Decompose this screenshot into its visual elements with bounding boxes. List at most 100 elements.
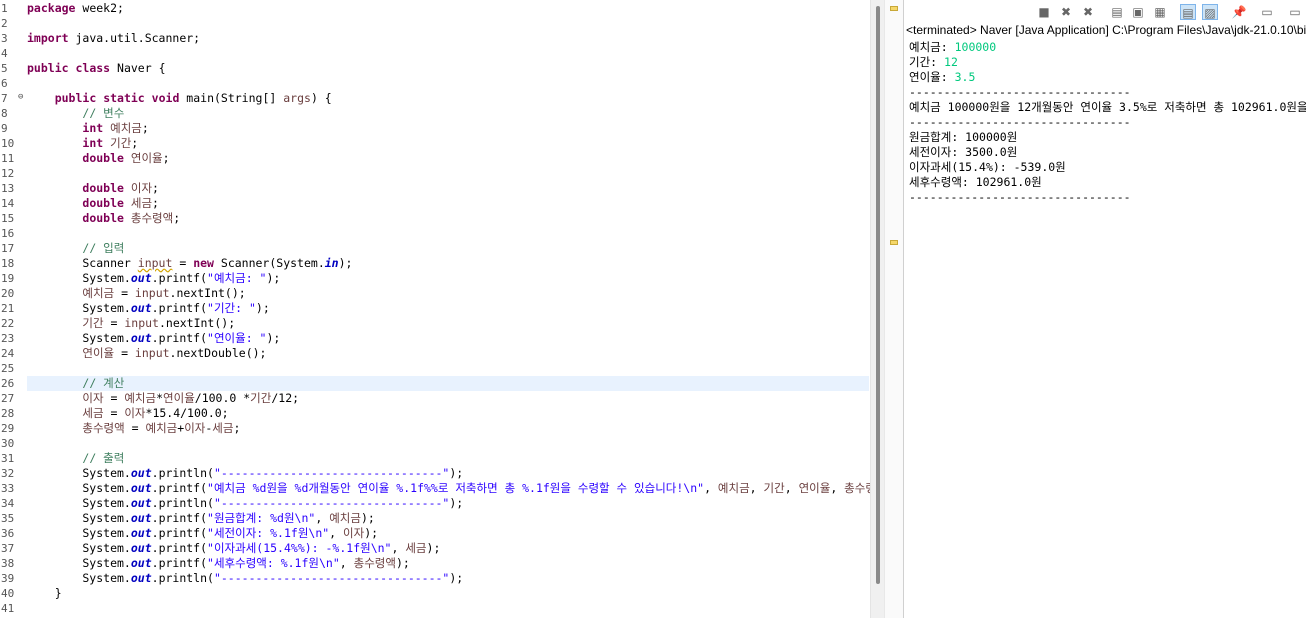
- line-number: 34: [1, 497, 15, 510]
- scroll-lock-icon[interactable]: ▣: [1130, 4, 1146, 20]
- code-token: "--------------------------------": [213, 466, 450, 480]
- line-number: 7: [1, 92, 8, 105]
- code-line[interactable]: public static void main(String[] args) {: [27, 91, 332, 106]
- code-token: in: [324, 256, 339, 270]
- code-token: 예치금: [110, 121, 142, 135]
- terminate-icon[interactable]: ■: [1036, 4, 1052, 20]
- line-number: 37: [1, 542, 15, 555]
- code-token: ) {: [310, 91, 332, 105]
- code-token: public: [27, 61, 69, 75]
- editor-vertical-scrollbar[interactable]: [870, 0, 885, 618]
- code-token: out: [130, 481, 152, 495]
- code-line[interactable]: 기간 = input.nextInt();: [27, 316, 235, 331]
- remove-launch-icon[interactable]: ✖: [1058, 4, 1074, 20]
- code-line[interactable]: 연이율 = input.nextDouble();: [27, 346, 266, 361]
- code-line[interactable]: System.out.printf("원금합계: %d원\n", 예치금);: [27, 511, 374, 526]
- code-token: .nextDouble();: [169, 346, 267, 360]
- code-line[interactable]: 이자 = 예치금*연이율/100.0 *기간/12;: [27, 391, 299, 406]
- code-token: System.: [27, 556, 131, 570]
- code-line[interactable]: // 입력: [27, 241, 124, 256]
- user-input-text: 3.5: [954, 70, 976, 84]
- pin-console-icon[interactable]: 📌: [1231, 4, 1247, 20]
- console-text: 예치금 100000원을 12개월동안 연이율 3.5%로 저축하면 총 102…: [909, 100, 1306, 114]
- code-token: input: [134, 346, 170, 360]
- code-token: }: [27, 586, 62, 600]
- display-selected-console-icon[interactable]: ▭: [1259, 4, 1275, 20]
- code-token: ,: [749, 481, 764, 495]
- code-token: .println(: [151, 466, 214, 480]
- line-number: 2: [1, 17, 8, 30]
- line-number: 20: [1, 287, 15, 300]
- code-token: // 계산: [82, 376, 125, 390]
- code-line[interactable]: Scanner input = new Scanner(System.in);: [27, 256, 352, 271]
- code-token: 연이율: [130, 151, 163, 165]
- code-line[interactable]: 총수령액 = 예치금+이자-세금;: [27, 421, 240, 436]
- code-line[interactable]: double 연이율;: [27, 151, 169, 166]
- code-token: 기간: [82, 316, 104, 330]
- warning-marker[interactable]: [890, 6, 898, 11]
- code-line[interactable]: System.out.println("--------------------…: [27, 571, 463, 586]
- code-line[interactable]: double 총수령액;: [27, 211, 180, 226]
- code-token: // 출력: [82, 451, 125, 465]
- console-text: 예치금:: [909, 40, 955, 54]
- code-line[interactable]: // 계산: [27, 376, 124, 391]
- code-line[interactable]: System.out.printf("기간: ");: [27, 301, 269, 316]
- code-token: 이자: [130, 181, 153, 195]
- editor-scroll-thumb[interactable]: [876, 6, 880, 584]
- code-token: );: [449, 571, 464, 585]
- code-token: .printf(: [151, 481, 208, 495]
- clear-console-icon[interactable]: ▤: [1109, 4, 1125, 20]
- fold-toggle-icon[interactable]: ⊖: [18, 92, 23, 102]
- code-line[interactable]: // 출력: [27, 451, 124, 466]
- code-line[interactable]: System.out.printf("예치금: ");: [27, 271, 280, 286]
- code-line[interactable]: int 예치금;: [27, 121, 149, 136]
- code-token: input: [124, 316, 159, 330]
- code-token: double: [82, 196, 124, 210]
- code-line[interactable]: System.out.printf("예치금 %d원을 %d개월동안 연이율 %…: [27, 481, 870, 496]
- code-token: class: [75, 61, 111, 75]
- code-token: =: [114, 346, 135, 360]
- console-line: 세후수령액: 102961.0원: [909, 175, 1042, 190]
- code-token: System.: [27, 466, 131, 480]
- open-console-icon[interactable]: ▭: [1287, 4, 1303, 20]
- remove-all-terminated-icon[interactable]: ✖: [1080, 4, 1096, 20]
- code-token: "이자과세(15.4%%): -%.1f원\n": [207, 541, 392, 555]
- code-line[interactable]: package week2;: [27, 1, 124, 16]
- line-number: 12: [1, 167, 15, 180]
- code-line[interactable]: // 변수: [27, 106, 124, 121]
- code-line[interactable]: System.out.printf("세전이자: %.1f원\n", 이자);: [27, 526, 378, 541]
- word-wrap-icon[interactable]: ▦: [1152, 4, 1168, 20]
- code-line[interactable]: double 세금;: [27, 196, 159, 211]
- code-line[interactable]: 세금 = 이자*15.4/100.0;: [27, 406, 228, 421]
- code-line[interactable]: public class Naver {: [27, 61, 166, 76]
- code-editor[interactable]: 1 package week2; 2 3 import java.util.Scanne…: [0, 0, 870, 618]
- code-line[interactable]: double 이자;: [27, 181, 159, 196]
- code-line[interactable]: System.out.printf("세후수령액: %.1f원\n", 총수령액…: [27, 556, 410, 571]
- line-number: 15: [1, 212, 15, 225]
- warning-marker[interactable]: [890, 240, 898, 245]
- code-line[interactable]: System.out.printf("연이율: ");: [27, 331, 280, 346]
- code-line[interactable]: System.out.printf("이자과세(15.4%%): -%.1f원\…: [27, 541, 440, 556]
- code-line[interactable]: import java.util.Scanner;: [27, 31, 200, 46]
- code-line[interactable]: }: [27, 586, 62, 601]
- code-token: System.: [27, 331, 131, 345]
- code-token: );: [395, 556, 410, 570]
- code-line[interactable]: 예치금 = input.nextInt();: [27, 286, 245, 301]
- console-view[interactable]: ■ ✖ ✖ ▤ ▣ ▦ ▤ ▨ 📌 ▭ ▭ <terminated> Naver [Java App…: [903, 0, 1306, 618]
- code-token: ;: [141, 121, 149, 135]
- code-token: "예치금: ": [207, 271, 267, 285]
- code-line[interactable]: int 기간;: [27, 136, 138, 151]
- show-console-on-error-icon[interactable]: ▨: [1202, 4, 1218, 20]
- code-token: ,: [315, 511, 330, 525]
- code-token: double: [82, 151, 124, 165]
- code-line[interactable]: System.out.println("--------------------…: [27, 496, 463, 511]
- code-token: /12;: [271, 391, 300, 405]
- show-console-on-output-icon[interactable]: ▤: [1180, 4, 1196, 20]
- line-number: 22: [1, 317, 15, 330]
- code-line[interactable]: System.out.println("--------------------…: [27, 466, 463, 481]
